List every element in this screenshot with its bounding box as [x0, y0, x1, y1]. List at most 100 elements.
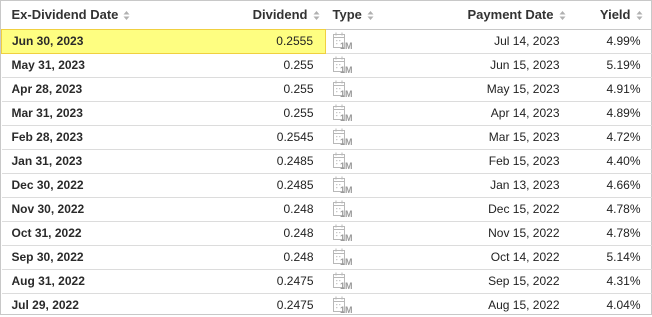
ex-dividend-date-cell: Jan 31, 2023 [11, 154, 83, 168]
svg-text:1M: 1M [340, 257, 353, 266]
calendar-1m-icon: 1M [332, 272, 357, 290]
dividend-cell: 0.248 [283, 250, 314, 264]
column-header-label: Ex-Dividend Date [11, 7, 119, 23]
ex-dividend-date-cell: Jul 29, 2022 [11, 298, 79, 313]
sort-updown-icon [367, 11, 374, 21]
calendar-1m-icon: 1M [332, 128, 357, 146]
type-cell: 1M [326, 29, 461, 53]
dividend-cell: 0.248 [283, 226, 314, 240]
column-header-payment-date[interactable]: Payment Date [461, 1, 572, 29]
type-cell: 1M [326, 149, 461, 173]
table-row[interactable]: Feb 28, 2023 0.2545 1M Mar 15, 2023 4.72… [1, 125, 652, 149]
calendar-1m-icon: 1M [332, 80, 357, 98]
dividend-cell: 0.2485 [276, 178, 314, 192]
dividend-cell: 0.2555 [207, 28, 326, 54]
calendar-1m-icon: 1M [332, 104, 357, 122]
type-cell: 1M [326, 269, 461, 293]
svg-text:1M: 1M [340, 41, 353, 50]
dividend-cell: 0.255 [283, 106, 314, 120]
table-row[interactable]: Sep 30, 2022 0.248 1M Oct 14, 2022 5.14% [1, 245, 652, 269]
svg-text:1M: 1M [340, 185, 353, 194]
svg-text:1M: 1M [340, 137, 353, 146]
dividend-cell: 0.255 [283, 82, 314, 96]
yield-cell: 4.99% [606, 34, 641, 48]
svg-text:1M: 1M [340, 161, 353, 170]
payment-date-cell: Mar 15, 2023 [488, 130, 560, 144]
calendar-1m-icon: 1M [332, 56, 357, 74]
calendar-1m-icon: 1M [332, 248, 357, 266]
ex-dividend-date-cell: Dec 30, 2022 [11, 178, 84, 192]
type-cell: 1M [326, 173, 461, 197]
table-row[interactable]: Nov 30, 2022 0.248 1M Dec 15, 2022 4.78% [1, 197, 652, 221]
calendar-1m-icon: 1M [332, 296, 357, 314]
sort-updown-icon [636, 11, 642, 21]
yield-cell: 4.72% [606, 130, 641, 144]
yield-cell: 4.40% [606, 154, 641, 168]
sort-updown-icon [313, 11, 319, 21]
table-row[interactable]: Jan 31, 2023 0.2485 1M Feb 15, 2023 4.40… [1, 149, 652, 173]
yield-cell: 5.19% [606, 58, 641, 72]
ex-dividend-date-cell: Nov 30, 2022 [11, 202, 85, 216]
column-header-ex-dividend-date[interactable]: Ex-Dividend Date [2, 1, 208, 29]
column-header-yield[interactable]: Yield [572, 1, 652, 29]
ex-dividend-date-cell: Mar 31, 2023 [11, 106, 83, 120]
type-cell: 1M [326, 77, 461, 101]
column-header-type[interactable]: Type [326, 1, 461, 29]
payment-date-cell: Jan 13, 2023 [490, 178, 560, 192]
yield-cell: 4.78% [606, 226, 641, 240]
svg-text:1M: 1M [340, 89, 353, 98]
calendar-1m-icon: 1M [332, 176, 357, 194]
payment-date-cell: Jul 14, 2023 [494, 34, 560, 48]
svg-text:1M: 1M [340, 65, 353, 74]
payment-date-cell: Feb 15, 2023 [488, 154, 560, 168]
ex-dividend-date-cell: Sep 30, 2022 [11, 250, 84, 264]
svg-text:1M: 1M [340, 209, 353, 218]
ex-dividend-date-cell: May 31, 2023 [11, 58, 85, 72]
ex-dividend-date-cell: Jun 30, 2023 [1, 28, 208, 54]
sort-updown-icon [559, 11, 565, 21]
svg-text:1M: 1M [340, 305, 353, 314]
svg-text:1M: 1M [340, 281, 353, 290]
table-row[interactable]: Aug 31, 2022 0.2475 1M Sep 15, 2022 4.31… [1, 269, 652, 293]
dividend-cell: 0.248 [283, 202, 314, 216]
column-header-dividend[interactable]: Dividend [208, 1, 326, 29]
column-header-label: Dividend [252, 7, 308, 23]
yield-cell: 4.89% [606, 106, 641, 120]
table-header: Ex-Dividend Date Dividend Type Payment D… [1, 1, 652, 29]
column-header-label: Yield [599, 7, 631, 23]
dividend-cell: 0.2475 [276, 274, 314, 288]
payment-date-cell: Sep 15, 2022 [488, 274, 560, 288]
table-row[interactable]: May 31, 2023 0.255 1M Jun 15, 2023 5.19% [1, 53, 652, 77]
payment-date-cell: Jun 15, 2023 [490, 58, 560, 72]
payment-date-cell: Aug 15, 2022 [488, 298, 560, 313]
yield-cell: 5.14% [606, 250, 641, 264]
type-cell: 1M [326, 53, 461, 77]
calendar-1m-icon: 1M [332, 152, 357, 170]
table-row[interactable]: Apr 28, 2023 0.255 1M May 15, 2023 4.91% [1, 77, 652, 101]
dividend-table: Ex-Dividend Date Dividend Type Payment D… [1, 1, 652, 317]
type-cell: 1M [326, 245, 461, 269]
type-cell: 1M [326, 125, 461, 149]
yield-cell: 4.31% [606, 274, 641, 288]
sort-updown-icon [123, 11, 130, 21]
type-cell: 1M [326, 221, 461, 245]
ex-dividend-date-cell: Oct 31, 2022 [11, 226, 82, 240]
ex-dividend-date-cell: Apr 28, 2023 [11, 82, 83, 96]
table-body: Jun 30, 2023 0.2555 1M Jul 14, 2023 4.99… [1, 28, 652, 317]
svg-text:1M: 1M [340, 233, 353, 242]
type-cell: 1M [326, 197, 461, 221]
table-row[interactable]: Jun 30, 2023 0.2555 1M Jul 14, 2023 4.99… [1, 28, 652, 54]
type-cell: 1M [326, 101, 461, 125]
payment-date-cell: Dec 15, 2022 [488, 202, 560, 216]
yield-cell: 4.91% [606, 82, 641, 96]
calendar-1m-icon: 1M [332, 224, 357, 242]
table-row[interactable]: Mar 31, 2023 0.255 1M Apr 14, 2023 4.89% [1, 101, 652, 125]
column-header-label: Type [332, 7, 362, 23]
dividend-history-table: Ex-Dividend Date Dividend Type Payment D… [0, 0, 652, 315]
table-row[interactable]: Jul 29, 2022 0.2475 1M Aug 15, 2022 4.04… [2, 293, 652, 317]
payment-date-cell: Apr 14, 2023 [490, 106, 560, 120]
ex-dividend-date-cell: Aug 31, 2022 [11, 274, 85, 288]
table-row[interactable]: Oct 31, 2022 0.248 1M Nov 15, 2022 4.78% [1, 221, 652, 245]
table-row[interactable]: Dec 30, 2022 0.2485 1M Jan 13, 2023 4.66… [1, 173, 652, 197]
dividend-cell: 0.2545 [276, 130, 314, 144]
